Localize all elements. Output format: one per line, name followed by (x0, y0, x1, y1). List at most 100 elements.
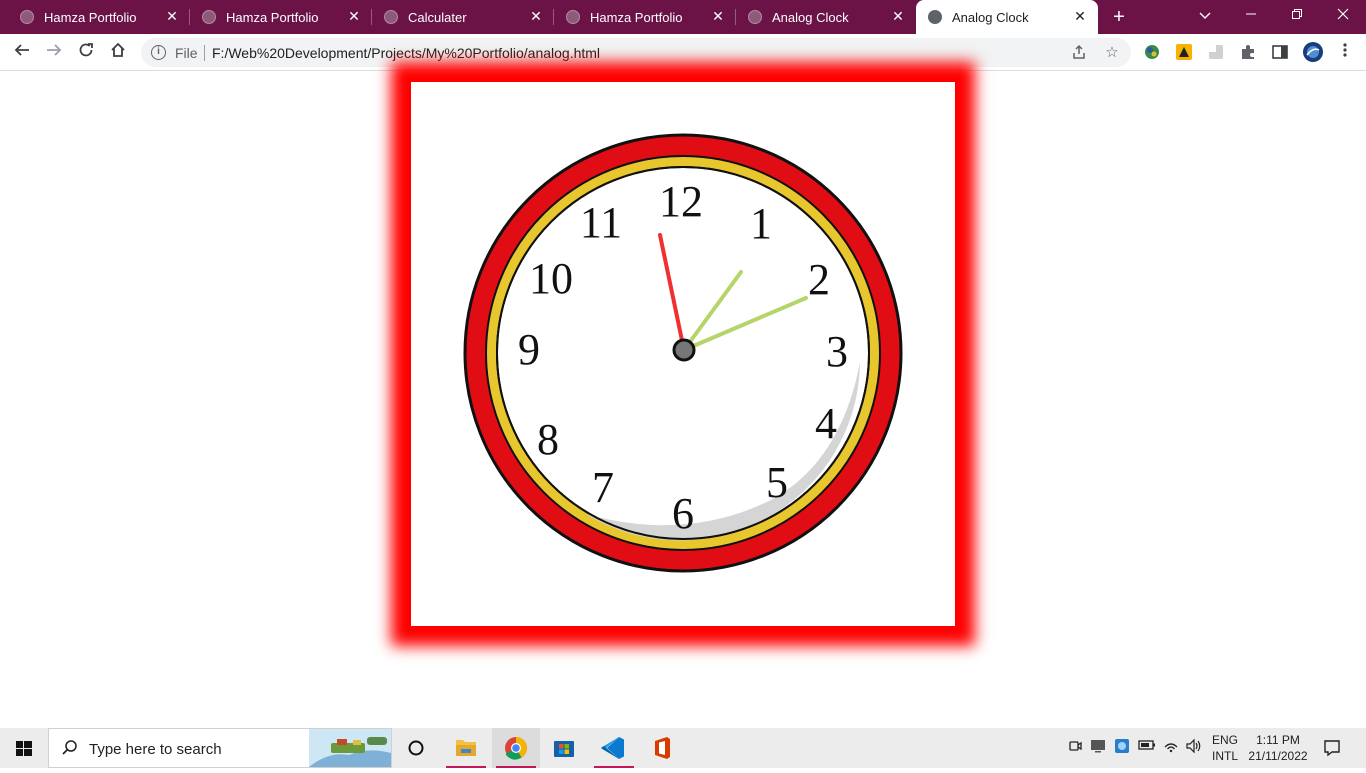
tab-close-icon[interactable]: ✕ (710, 8, 726, 24)
folder-icon (456, 740, 476, 756)
extension-globe-icon[interactable] (1143, 43, 1161, 61)
tab-close-icon[interactable]: ✕ (528, 8, 544, 24)
numeral-2: 2 (808, 255, 830, 304)
language-code: ENG (1212, 733, 1239, 747)
tab-title: Analog Clock (952, 10, 1029, 25)
tab-close-icon[interactable]: ✕ (1072, 8, 1088, 24)
store-bag-icon (554, 741, 574, 757)
close-icon (1337, 8, 1349, 20)
taskbar-search-box[interactable]: Type here to search (48, 728, 392, 768)
numeral-1: 1 (750, 199, 772, 248)
search-icon (62, 740, 77, 755)
forward-button[interactable] (42, 40, 66, 64)
globe-icon (748, 10, 762, 24)
tab-strip: Hamza Portfolio ✕ Hamza Portfolio ✕ Calc… (0, 0, 1366, 34)
taskbar-vscode[interactable] (590, 728, 638, 768)
tab-hamza-portfolio-1[interactable]: Hamza Portfolio ✕ (8, 0, 190, 34)
globe-icon (384, 10, 398, 24)
bookmark-star-icon[interactable]: ☆ (1103, 44, 1121, 62)
taskbar-date: 21/11/2022 (1248, 749, 1308, 763)
address-divider (204, 45, 205, 61)
new-tab-button[interactable]: + (1106, 5, 1132, 29)
arrow-right-icon (47, 44, 62, 56)
tab-search-button[interactable] (1182, 0, 1228, 30)
site-scheme-label[interactable]: File (175, 45, 198, 61)
battery-icon[interactable] (1138, 738, 1156, 756)
browser-toolbar: i File F:/Web%20Development/Projects/My%… (0, 34, 1366, 71)
taskbar-chrome[interactable] (492, 728, 540, 768)
restore-icon (1292, 9, 1302, 19)
more-vertical-icon (1343, 43, 1347, 57)
tab-hamza-portfolio-3[interactable]: Hamza Portfolio ✕ (554, 0, 736, 34)
taskbar-office[interactable] (638, 728, 686, 768)
clock-center-pin (672, 338, 696, 362)
profile-avatar[interactable] (1302, 41, 1324, 63)
taskbar: Type here to search ENG INTL 1:11 PM 21/… (0, 728, 1366, 768)
vscode-icon (601, 737, 624, 759)
circle-icon (408, 740, 424, 756)
menu-button[interactable] (1333, 40, 1357, 64)
reload-icon (79, 43, 93, 57)
tab-title: Hamza Portfolio (226, 10, 319, 25)
extension-gray-icon[interactable] (1207, 43, 1225, 61)
chrome-icon (505, 737, 527, 760)
volume-icon[interactable] (1185, 738, 1203, 756)
input-language[interactable]: ENG INTL (1212, 732, 1238, 764)
tab-close-icon[interactable]: ✕ (164, 8, 180, 24)
tab-title: Hamza Portfolio (44, 10, 137, 25)
info-icon[interactable]: i (151, 45, 166, 60)
restore-button[interactable] (1274, 0, 1320, 30)
meet-now-icon[interactable] (1066, 738, 1084, 756)
tab-hamza-portfolio-2[interactable]: Hamza Portfolio ✕ (190, 0, 372, 34)
notification-icon (1324, 740, 1340, 757)
numeral-10: 10 (529, 254, 573, 303)
tab-close-icon[interactable]: ✕ (890, 8, 906, 24)
globe-icon (202, 10, 216, 24)
numeral-9: 9 (518, 325, 540, 374)
taskbar-store[interactable] (540, 728, 588, 768)
wifi-icon[interactable] (1162, 738, 1180, 756)
numeral-4: 4 (815, 399, 837, 448)
reload-button[interactable] (74, 40, 98, 64)
tab-title: Hamza Portfolio (590, 10, 683, 25)
minimize-icon (1246, 13, 1256, 15)
url-text[interactable]: F:/Web%20Development/Projects/My%20Portf… (212, 45, 600, 61)
notification-center-button[interactable] (1322, 738, 1342, 758)
cortana-button[interactable] (392, 728, 440, 768)
close-window-button[interactable] (1320, 0, 1366, 30)
network-app-icon[interactable] (1113, 738, 1131, 756)
side-panel-icon[interactable] (1271, 43, 1289, 61)
numeral-8: 8 (537, 415, 559, 464)
numeral-5: 5 (766, 458, 788, 507)
taskbar-clock[interactable]: 1:11 PM 21/11/2022 (1246, 732, 1310, 764)
analog-clock: 12 1 2 3 4 5 6 7 8 9 10 11 (463, 133, 903, 573)
tab-calculater[interactable]: Calculater ✕ (372, 0, 554, 34)
numeral-3: 3 (826, 327, 848, 376)
back-button[interactable] (10, 40, 34, 64)
tab-close-icon[interactable]: ✕ (346, 8, 362, 24)
minimize-button[interactable] (1228, 0, 1274, 30)
extension-warning-icon[interactable] (1175, 43, 1193, 61)
clock-container: 12 1 2 3 4 5 6 7 8 9 10 11 (409, 80, 957, 628)
numeral-12: 12 (659, 177, 703, 226)
windows-logo-icon (16, 741, 32, 756)
search-placeholder[interactable]: Type here to search (89, 741, 222, 758)
arrow-left-icon (14, 44, 29, 56)
tab-title: Analog Clock (772, 10, 849, 25)
office-icon (655, 737, 670, 759)
globe-icon (20, 10, 34, 24)
tab-analog-clock-active[interactable]: Analog Clock ✕ (916, 0, 1098, 34)
monitor-icon[interactable] (1089, 738, 1107, 756)
share-icon[interactable] (1070, 44, 1088, 62)
numeral-7: 7 (592, 463, 614, 512)
taskbar-file-explorer[interactable] (442, 728, 490, 768)
globe-icon (928, 10, 942, 24)
taskbar-time: 1:11 PM (1256, 733, 1300, 747)
chevron-down-icon (1199, 12, 1211, 19)
address-bar[interactable]: i File F:/Web%20Development/Projects/My%… (141, 38, 1131, 67)
start-button[interactable] (0, 728, 48, 768)
home-button[interactable] (106, 40, 130, 64)
keyboard-layout: INTL (1212, 749, 1239, 763)
puzzle-icon[interactable] (1239, 43, 1257, 61)
tab-analog-clock-1[interactable]: Analog Clock ✕ (736, 0, 916, 34)
